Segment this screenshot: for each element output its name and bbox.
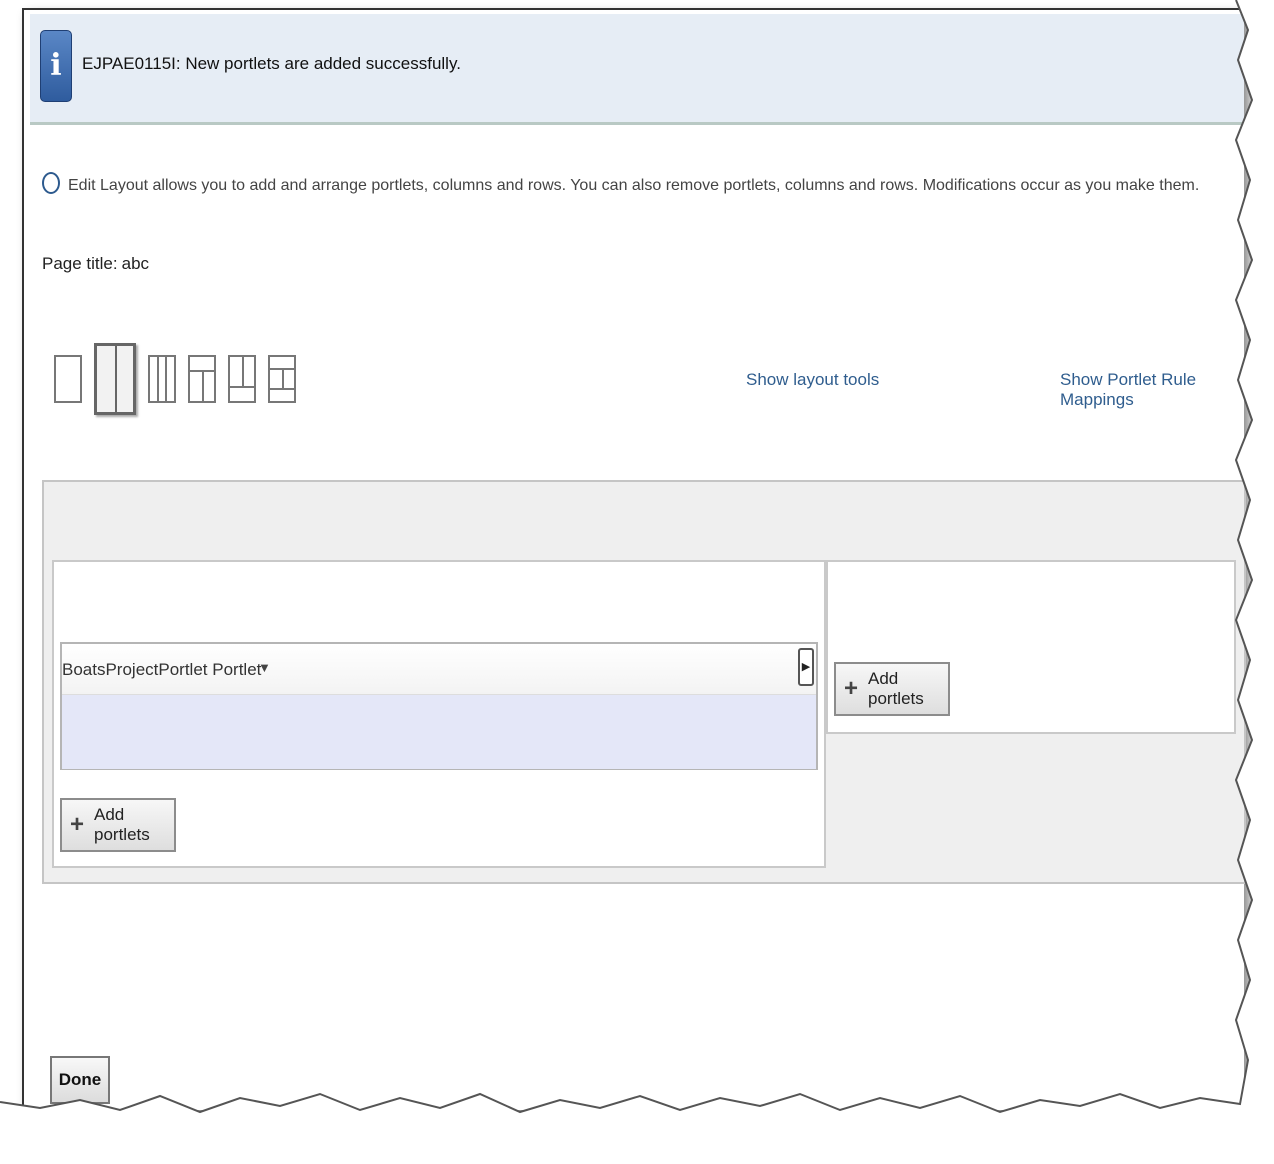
success-message-bar: i EJPAE0115I: New portlets are added suc… <box>30 14 1244 125</box>
help-bubble-icon <box>42 172 60 194</box>
add-portlets-button-right[interactable]: + Add portlets <box>834 662 950 716</box>
page-title-value: abc <box>121 254 150 273</box>
portlet-boats-project: BoatsProjectPortlet Portlet ▼ ▶ <box>60 642 818 770</box>
add-portlets-label: Add portlets <box>94 805 150 844</box>
portlet-title: BoatsProjectPortlet Portlet <box>62 660 262 679</box>
info-icon: i <box>40 30 72 102</box>
page-title-label: Page title: <box>42 254 118 273</box>
show-layout-tools-link[interactable]: Show layout tools <box>746 370 879 390</box>
add-portlets-button-left[interactable]: + Add portlets <box>60 798 176 852</box>
arrow-right-icon[interactable]: ▶ <box>798 648 814 686</box>
column-right: + Add portlets <box>826 560 1236 734</box>
done-button[interactable]: Done <box>50 1056 110 1104</box>
one-column-layout-icon[interactable] <box>54 355 82 403</box>
help-text-row: Edit Layout allows you to add and arrang… <box>42 172 1199 195</box>
add-portlets-label: Add portlets <box>868 669 924 708</box>
layout-editor-area: BoatsProjectPortlet Portlet ▼ ▶ + Add por… <box>42 480 1246 884</box>
help-text: Edit Layout allows you to add and arrang… <box>68 177 1200 194</box>
dropdown-triangle-icon[interactable]: ▼ <box>258 660 271 675</box>
two-column-footer-layout-icon[interactable] <box>228 355 256 403</box>
show-portlet-rule-mappings-link[interactable]: Show Portlet Rule Mappings <box>1060 370 1274 410</box>
plus-icon: + <box>844 675 859 702</box>
header-footer-layout-icon[interactable] <box>268 355 296 403</box>
two-column-layout-icon[interactable] <box>94 343 136 415</box>
page-title: Page title: abc <box>42 254 149 274</box>
portlet-header: BoatsProjectPortlet Portlet ▼ ▶ <box>62 644 816 695</box>
portlet-body <box>62 695 816 769</box>
three-column-layout-icon[interactable] <box>148 355 176 403</box>
success-message-text: EJPAE0115I: New portlets are added succe… <box>82 54 461 73</box>
column-left: BoatsProjectPortlet Portlet ▼ ▶ + Add por… <box>52 560 826 868</box>
layout-selector <box>54 342 296 416</box>
header-two-column-layout-icon[interactable] <box>188 355 216 403</box>
plus-icon: + <box>70 811 85 838</box>
